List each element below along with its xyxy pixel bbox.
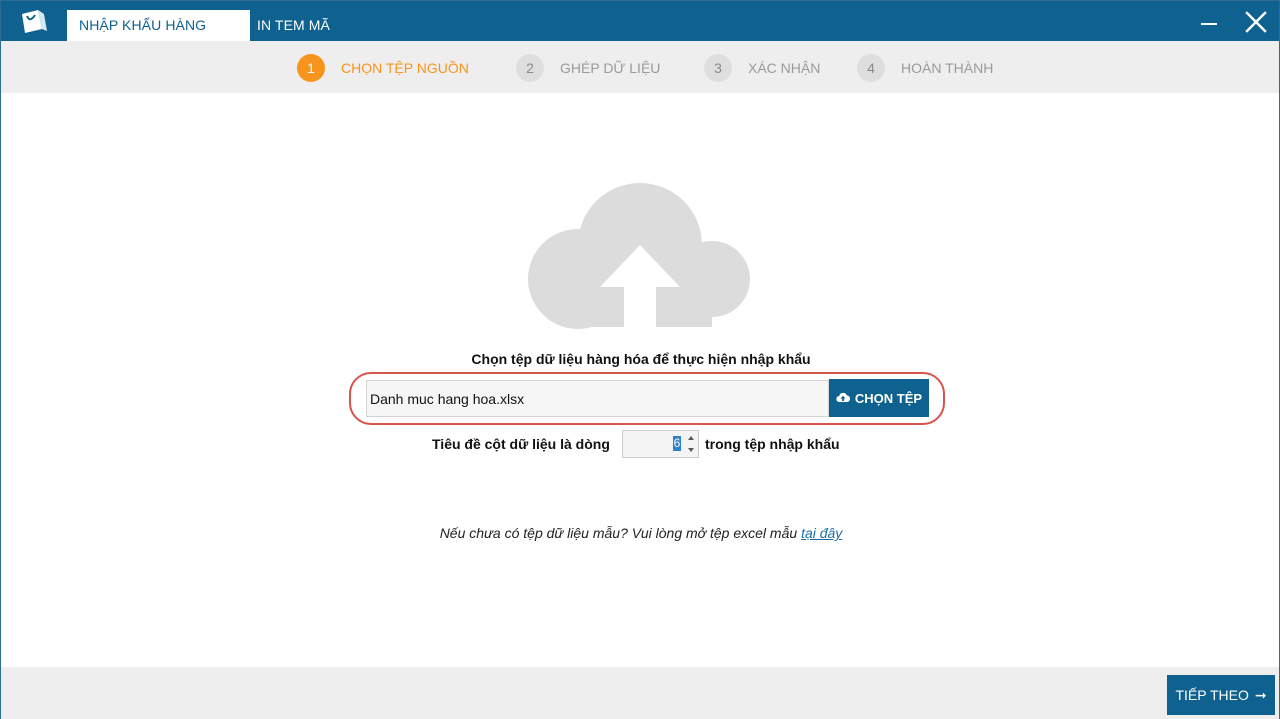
header-row-suffix: trong tệp nhập khẩu [705,436,840,452]
step-label: CHỌN TỆP NGUỒN [341,60,469,76]
header-row-setting: Tiêu đề cột dữ liệu là dòng 6 trong tệp … [421,429,861,459]
file-path-input[interactable] [366,380,829,417]
next-button[interactable]: TIẾP THEO ➞ [1167,675,1275,715]
tab-print-barcode[interactable]: IN TEM MÃ [245,10,355,41]
step-label: GHÉP DỮ LIỆU [560,60,661,76]
cloud-upload-small-icon [836,391,855,406]
choose-file-button[interactable]: CHỌN TỆP [829,379,929,417]
close-icon[interactable] [1243,9,1269,35]
step-complete: 4 HOÀN THÀNH [857,54,993,82]
spin-up-icon[interactable] [685,432,698,444]
title-bar: NHẬP KHẨU HÀNG HÓA IN TEM MÃ [1,1,1279,64]
cloud-upload-icon [528,183,752,329]
footer-bar: TIẾP THEO ➞ [1,667,1279,719]
header-row-value[interactable]: 6 [673,436,681,451]
sample-file-link[interactable]: tại đây [801,525,842,541]
import-window: NHẬP KHẨU HÀNG HÓA IN TEM MÃ 1 CHỌN TỆP … [0,0,1280,719]
sample-file-note: Nếu chưa có tệp dữ liệu mẫu? Vui lòng mở… [341,525,941,541]
sample-note-text: Nếu chưa có tệp dữ liệu mẫu? Vui lòng mở… [439,525,798,541]
step-label: XÁC NHẬN [748,60,821,76]
step-number: 4 [857,54,885,82]
tab-import-goods[interactable]: NHẬP KHẨU HÀNG HÓA [67,10,250,64]
step-map-data: 2 GHÉP DỮ LIỆU [516,54,660,82]
choose-file-label: CHỌN TỆP [854,390,923,406]
step-number: 3 [704,54,732,82]
step-number: 2 [516,54,544,82]
wizard-steps: 1 CHỌN TỆP NGUỒN 2 GHÉP DỮ LIỆU 3 XÁC NH… [1,41,1279,93]
step-number: 1 [297,54,325,82]
spin-down-icon[interactable] [685,444,698,456]
step-label: HOÀN THÀNH [901,60,994,76]
step-confirm: 3 XÁC NHẬN [704,54,820,82]
arrow-right-icon: ➞ [1254,686,1267,703]
header-row-prefix: Tiêu đề cột dữ liệu là dòng [432,436,610,452]
shopping-bag-icon [17,7,49,35]
step-choose-source: 1 CHỌN TỆP NGUỒN [297,54,469,82]
next-label: TIẾP THEO [1175,687,1249,703]
minimize-icon[interactable] [1199,9,1221,31]
header-row-stepper[interactable]: 6 [622,430,699,458]
upload-prompt-title: Chọn tệp dữ liệu hàng hóa để thực hiện n… [471,351,811,367]
